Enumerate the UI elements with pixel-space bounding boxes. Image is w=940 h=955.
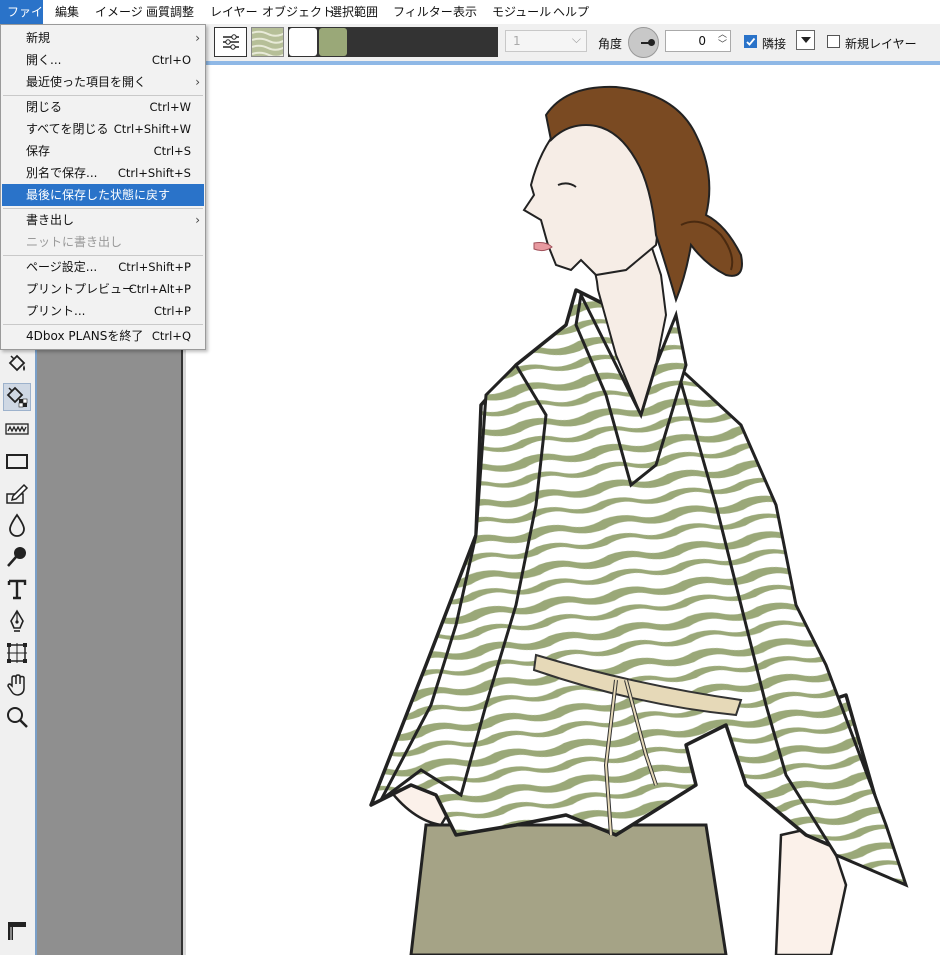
menu-select[interactable]: 選択範囲 xyxy=(323,0,385,24)
chevron-right-icon: › xyxy=(195,213,200,227)
rectangle-icon xyxy=(6,454,28,469)
file-menu-new-label: 新規 xyxy=(26,31,51,45)
ruler-icon xyxy=(8,922,26,940)
file-menu-open[interactable]: 開く... Ctrl+O xyxy=(2,49,204,71)
tool-edit-pen[interactable] xyxy=(3,479,31,507)
tool-hand[interactable] xyxy=(3,671,31,699)
tool-transform[interactable] xyxy=(3,639,31,667)
sliders-icon xyxy=(222,34,239,50)
transform-icon xyxy=(7,643,27,663)
file-menu-close-label: 閉じる xyxy=(26,100,63,114)
fashion-illustration xyxy=(369,85,909,955)
pattern-swatch[interactable] xyxy=(251,27,284,57)
file-menu-open-label: 開く... xyxy=(26,53,62,67)
file-menu-save[interactable]: 保存 Ctrl+S xyxy=(2,140,204,162)
angle-input[interactable]: 0 ︿ ﹀ xyxy=(665,30,731,52)
file-menu-save-as-label: 別名で保存... xyxy=(26,166,98,180)
file-menu-close-shortcut: Ctrl+W xyxy=(149,100,191,114)
spinner-icon[interactable]: ︿ ﹀ xyxy=(718,30,727,50)
file-menu-page-setup-label: ページ設定... xyxy=(26,260,98,274)
wave-icon xyxy=(5,423,29,435)
tool-smudge[interactable] xyxy=(3,543,31,571)
file-menu-export-knit-label: ニットに書き出し xyxy=(26,235,123,249)
file-menu-new[interactable]: 新規 › xyxy=(2,27,204,49)
file-menu-print-preview-shortcut: Ctrl+Alt+P xyxy=(128,282,191,296)
file-menu-save-label: 保存 xyxy=(26,144,51,158)
file-menu-print[interactable]: プリント... Ctrl+P xyxy=(2,300,204,322)
size-select[interactable]: 1 ⌵ xyxy=(505,30,587,52)
tool-bucket-fill[interactable] xyxy=(3,351,31,379)
angle-value: 0 xyxy=(698,34,706,48)
triangle-down-icon xyxy=(800,37,811,43)
file-menu-export-label: 書き出し xyxy=(26,213,75,227)
file-menu-print-preview[interactable]: プリントプレビュー Ctrl+Alt+P xyxy=(2,278,204,300)
adjacent-checkbox[interactable] xyxy=(744,35,757,48)
foreground-color-swatch[interactable] xyxy=(289,28,317,56)
file-menu-close-all[interactable]: すべてを閉じる Ctrl+Shift+W xyxy=(2,118,204,140)
file-menu-export-knit: ニットに書き出し xyxy=(2,231,204,253)
hand-icon xyxy=(7,674,25,696)
menu-file[interactable]: ファイル xyxy=(0,0,55,24)
background-color-swatch[interactable] xyxy=(319,28,347,56)
tool-pattern-fill[interactable] xyxy=(3,383,31,411)
file-menu-open-shortcut: Ctrl+O xyxy=(151,53,191,67)
menu-bar: ファイル 編集 イメージ 画質調整 レイヤー オブジェクト 選択範囲 フィルター… xyxy=(0,0,940,24)
file-menu-open-recent[interactable]: 最近使った項目を開く › xyxy=(2,71,204,93)
bucket-fill-icon xyxy=(8,354,26,372)
menu-adjust[interactable]: 画質調整 xyxy=(139,0,201,24)
text-icon xyxy=(7,579,27,600)
file-menu-close[interactable]: 閉じる Ctrl+W xyxy=(2,96,204,118)
menu-help[interactable]: ヘルプ xyxy=(546,0,596,24)
file-menu-save-as-shortcut: Ctrl+Shift+S xyxy=(117,166,191,180)
size-value: 1 xyxy=(513,34,521,48)
smudge-icon xyxy=(7,547,26,567)
file-menu-quit-label: 4Dbox PLANSを終了 xyxy=(26,329,144,343)
checkmark-icon xyxy=(746,37,756,46)
file-menu-open-recent-label: 最近使った項目を開く xyxy=(26,75,147,89)
file-menu-export[interactable]: 書き出し › xyxy=(2,209,204,231)
file-menu-print-preview-label: プリントプレビュー xyxy=(26,282,135,296)
file-menu-revert-label: 最後に保存した状態に戻す xyxy=(26,188,171,202)
pen-nib-icon xyxy=(10,609,24,632)
adjacent-label: 隣接 xyxy=(762,37,787,51)
adjacent-dropdown[interactable] xyxy=(796,30,815,50)
file-menu-print-label: プリント... xyxy=(26,304,86,318)
file-menu-page-setup[interactable]: ページ設定... Ctrl+Shift+P xyxy=(2,256,204,278)
tool-zoom[interactable] xyxy=(3,703,31,731)
file-menu-save-as[interactable]: 別名で保存... Ctrl+Shift+S xyxy=(2,162,204,184)
canvas[interactable] xyxy=(186,65,940,955)
file-menu-quit[interactable]: 4Dbox PLANSを終了 Ctrl+Q xyxy=(2,325,204,347)
drop-icon xyxy=(9,513,25,537)
file-menu-revert[interactable]: 最後に保存した状態に戻す xyxy=(2,184,204,206)
edit-pen-icon xyxy=(6,483,29,504)
tool-ruler[interactable] xyxy=(3,917,31,945)
tool-wave[interactable] xyxy=(3,415,31,443)
tool-text[interactable] xyxy=(3,575,31,603)
file-menu-close-all-label: すべてを閉じる xyxy=(26,122,109,136)
new-layer-checkbox[interactable] xyxy=(827,35,840,48)
angle-dial-knob xyxy=(648,39,655,46)
chevron-right-icon: › xyxy=(195,31,200,45)
file-menu-close-all-shortcut: Ctrl+Shift+W xyxy=(113,122,191,136)
angle-dial[interactable] xyxy=(628,27,659,58)
settings-button[interactable] xyxy=(214,27,247,57)
tool-rectangle[interactable] xyxy=(3,447,31,475)
chevron-down-icon: ⌵ xyxy=(571,32,581,46)
chevron-right-icon: › xyxy=(195,75,200,89)
angle-label: 角度 xyxy=(598,37,623,51)
file-menu-print-shortcut: Ctrl+P xyxy=(153,304,191,318)
menu-view[interactable]: 表示 xyxy=(446,0,484,24)
file-menu-page-setup-shortcut: Ctrl+Shift+P xyxy=(118,260,191,274)
zoom-icon xyxy=(7,707,28,728)
pattern-fill-icon xyxy=(6,386,28,408)
file-menu: 新規 › 開く... Ctrl+O 最近使った項目を開く › 閉じる Ctrl+… xyxy=(0,24,206,350)
tool-pen[interactable] xyxy=(3,607,31,635)
tool-drop[interactable] xyxy=(3,511,31,539)
pattern-preview-icon xyxy=(252,28,283,56)
menu-edit[interactable]: 編集 xyxy=(48,0,86,24)
new-layer-label: 新規レイヤー xyxy=(845,37,917,51)
file-menu-quit-shortcut: Ctrl+Q xyxy=(151,329,191,343)
file-menu-save-shortcut: Ctrl+S xyxy=(153,144,191,158)
